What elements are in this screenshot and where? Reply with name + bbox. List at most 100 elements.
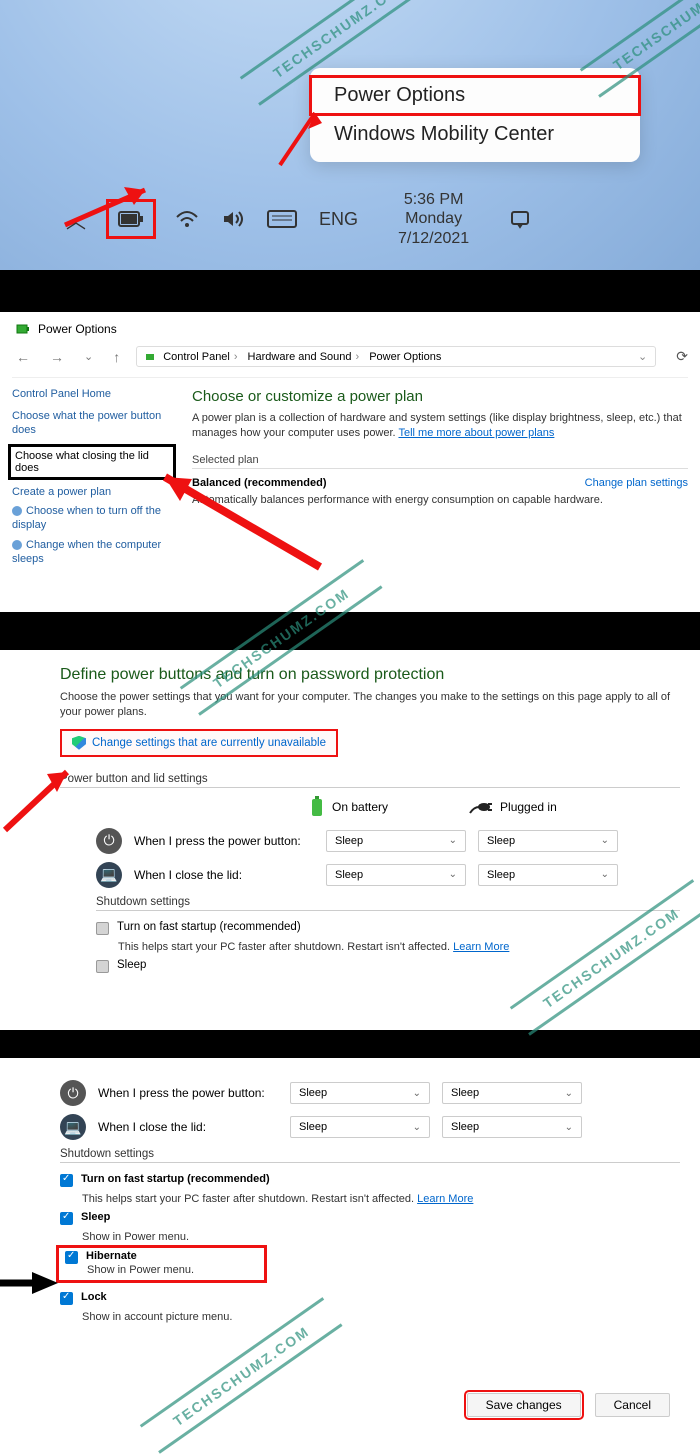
lid-battery-dropdown[interactable]: Sleep⌄ — [326, 864, 466, 886]
battery-icon — [16, 322, 30, 336]
forward-button[interactable]: → — [46, 349, 68, 365]
crumb[interactable]: Power Options — [369, 351, 441, 363]
fast-startup-checkbox[interactable]: Turn on fast startup (recommended) — [60, 1173, 680, 1187]
control-panel-home-link[interactable]: Control Panel Home — [12, 388, 172, 400]
sidebar-computer-sleeps-link[interactable]: Change when the computer sleeps — [12, 539, 172, 567]
close-lid-row: 💻 When I close the lid: Sleep⌄ Sleep⌄ — [60, 1114, 680, 1140]
page-heading: Define power buttons and turn on passwor… — [60, 666, 680, 684]
page-heading: Choose or customize a power plan — [192, 388, 688, 405]
power-button-plugged-dropdown[interactable]: Sleep⌄ — [478, 830, 618, 852]
battery-icon — [310, 796, 324, 818]
lid-plugged-dropdown[interactable]: Sleep ⌄ — [442, 1116, 582, 1138]
system-settings-window: TECHSCHUMZ.COM TECHSCHUMZ.COM Define pow… — [0, 650, 700, 1030]
change-plan-settings-link[interactable]: Change plan settings — [585, 477, 688, 489]
label: Sleep — [117, 959, 146, 971]
system-settings-window-final: TECHSCHUMZ.COM ⏻ When I press the power … — [0, 1058, 700, 1418]
lid-battery-dropdown[interactable]: Sleep⌄ — [290, 1116, 430, 1138]
window-title-bar: Power Options — [12, 320, 688, 342]
chevron-down-icon: ⌄ — [565, 1122, 573, 1133]
tray-clock[interactable]: 5:36 PM Monday 7/12/2021 — [398, 190, 469, 248]
menu-power-options[interactable]: Power Options — [310, 76, 640, 115]
label: Plugged in — [500, 800, 557, 814]
divider: TECHSCHUMZ.COM — [0, 270, 700, 312]
checkbox-icon — [96, 922, 109, 935]
chevron-down-icon: ⌄ — [601, 835, 609, 846]
keyboard-icon[interactable] — [267, 210, 297, 228]
power-button-row: ⏻ When I press the power button: Sleep⌄ … — [60, 828, 680, 854]
tray-lang[interactable]: ENG — [319, 209, 358, 230]
learn-more-link[interactable]: Learn More — [417, 1193, 473, 1205]
chevron-down-icon[interactable]: ⌄ — [638, 350, 647, 363]
power-icon: ⏻ — [96, 828, 122, 854]
section-shutdown: Shutdown settings — [60, 1148, 680, 1163]
dd-value: Sleep — [335, 835, 363, 847]
save-changes-button[interactable]: Save changes — [467, 1393, 581, 1417]
fast-startup-checkbox[interactable]: Turn on fast startup (recommended) — [96, 921, 680, 935]
dd-value: Sleep — [487, 869, 515, 881]
sidebar-power-button-link[interactable]: Choose what the power button does — [12, 410, 172, 438]
sleep-checkbox[interactable]: Sleep — [96, 959, 680, 973]
page-description: A power plan is a collection of hardware… — [192, 411, 688, 442]
close-lid-row: 💻 When I close the lid: Sleep⌄ Sleep⌄ — [60, 862, 680, 888]
tell-me-more-link[interactable]: Tell me more about power plans — [398, 427, 554, 439]
sidebar-display-off-link[interactable]: Choose when to turn off the display — [12, 505, 172, 533]
change-unavailable-settings-link[interactable]: Change settings that are currently unava… — [60, 729, 338, 757]
sidebar: Control Panel Home Choose what the power… — [12, 388, 172, 572]
plug-icon — [468, 799, 492, 815]
sidebar-create-plan-link[interactable]: Create a power plan — [12, 486, 172, 500]
hibernate-highlight: Hibernate Show in Power menu. — [56, 1245, 267, 1283]
crumb[interactable]: Hardware and Sound — [248, 351, 364, 363]
tray-day: Monday — [398, 209, 469, 228]
annotation-arrow — [150, 467, 330, 577]
annotation-arrow — [270, 105, 330, 175]
notification-icon[interactable] — [509, 209, 531, 229]
dd-value: Sleep — [451, 1087, 479, 1099]
power-icon: ⏻ — [60, 1080, 86, 1106]
dd-value: Sleep — [299, 1087, 327, 1099]
power-button-battery-dropdown[interactable]: Sleep ⌄ — [326, 830, 466, 852]
battery-icon — [145, 351, 157, 363]
checkbox-icon — [60, 1212, 73, 1225]
chevron-down-icon: ⌄ — [413, 1088, 421, 1099]
link-label: Change settings that are currently unava… — [92, 737, 326, 749]
laptop-icon: 💻 — [96, 862, 122, 888]
chevron-down-icon: ⌄ — [449, 835, 457, 846]
row-label: When I press the power button: — [98, 1086, 278, 1100]
link-label: Choose when to turn off the display — [12, 505, 161, 531]
tray-expand-icon[interactable]: ︿ — [65, 205, 87, 234]
learn-more-link[interactable]: Learn More — [453, 941, 509, 953]
power-button-plugged-dropdown[interactable]: Sleep⌄ — [442, 1082, 582, 1104]
dialog-buttons: Save changes Cancel — [60, 1393, 680, 1417]
shutdown-options: Turn on fast startup (recommended) This … — [60, 921, 680, 973]
recent-dropdown[interactable]: ⌄ — [80, 350, 97, 363]
dd-value: Sleep — [451, 1121, 479, 1133]
wifi-icon[interactable] — [175, 209, 199, 229]
up-button[interactable]: ↑ — [109, 349, 124, 365]
nav-row: ← → ⌄ ↑ Control Panel Hardware and Sound… — [12, 342, 688, 378]
section-button-lid: Power button and lid settings — [60, 773, 680, 788]
row-label: When I close the lid: — [98, 1120, 278, 1134]
volume-icon[interactable] — [221, 209, 245, 229]
divider — [0, 612, 700, 650]
chevron-down-icon: ⌄ — [449, 869, 457, 880]
lid-plugged-dropdown[interactable]: Sleep⌄ — [478, 864, 618, 886]
power-button-battery-dropdown[interactable]: Sleep ⌄ — [290, 1082, 430, 1104]
menu-mobility-center[interactable]: Windows Mobility Center — [310, 115, 640, 154]
power-button-row: ⏻ When I press the power button: Sleep⌄ … — [60, 1080, 680, 1106]
bullet-icon — [12, 506, 22, 516]
refresh-button[interactable]: ⟳ — [676, 348, 688, 365]
battery-icon[interactable] — [109, 202, 153, 236]
breadcrumb[interactable]: Control Panel Hardware and Sound Power O… — [136, 346, 656, 367]
back-button[interactable]: ← — [12, 349, 34, 365]
label: Hibernate — [86, 1250, 137, 1262]
sleep-checkbox[interactable]: Sleep — [60, 1211, 680, 1225]
dd-value: Sleep — [299, 1121, 327, 1133]
shield-icon — [72, 736, 86, 750]
annotation-arrow — [0, 760, 85, 840]
lock-checkbox[interactable]: Lock — [60, 1291, 680, 1305]
section-shutdown: Shutdown settings — [96, 896, 680, 911]
checkbox-icon — [60, 1292, 73, 1305]
crumb[interactable]: Control Panel — [163, 351, 241, 363]
hibernate-checkbox[interactable]: Hibernate — [65, 1250, 194, 1264]
cancel-button[interactable]: Cancel — [595, 1393, 670, 1417]
